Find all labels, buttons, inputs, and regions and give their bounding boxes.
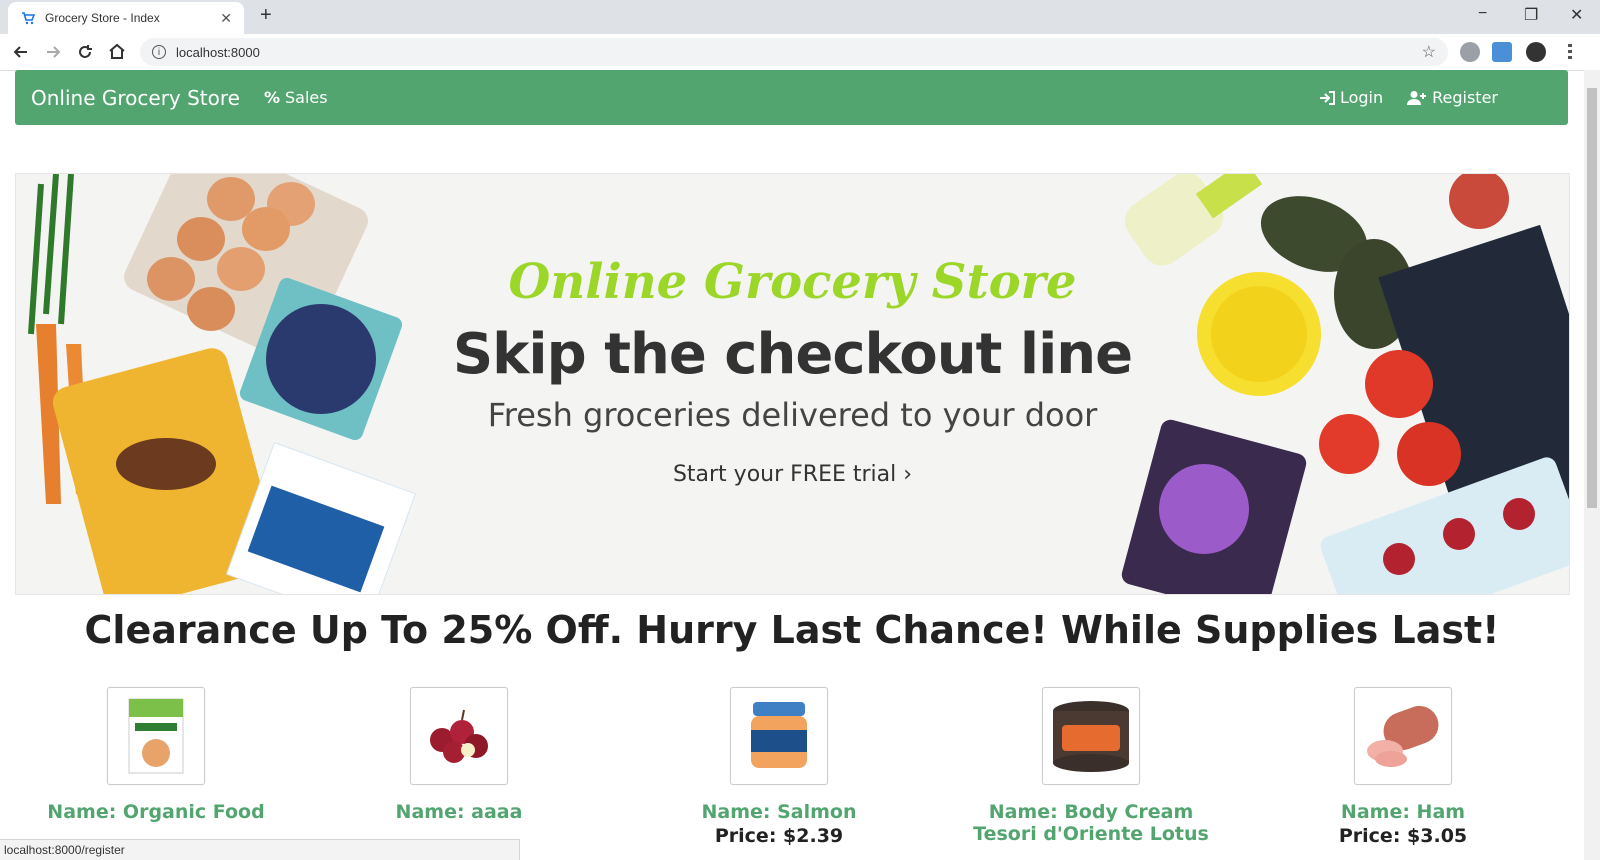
user-plus-icon xyxy=(1407,90,1427,105)
link-status-bar: localhost:8000/register xyxy=(0,839,520,860)
browser-tab-bar: Grocery Store - Index ✕ + − ❐ ✕ xyxy=(0,0,1600,34)
product-name[interactable]: Name: Organic Food xyxy=(26,801,286,823)
nav-login[interactable]: Login xyxy=(1319,88,1383,107)
tab-title: Grocery Store - Index xyxy=(45,11,160,25)
product-card[interactable]: Name: Salmon Price: $2.39 xyxy=(649,687,909,847)
nav-register[interactable]: Register xyxy=(1407,88,1498,107)
body-cream-jar-image xyxy=(1053,701,1129,772)
adblock-extension-icon[interactable] xyxy=(1460,42,1480,62)
product-thumbnail[interactable] xyxy=(1042,687,1140,785)
product-name[interactable]: Name: aaaa xyxy=(329,801,589,823)
info-icon[interactable]: i xyxy=(152,45,166,59)
product-thumbnail[interactable] xyxy=(1354,687,1452,785)
nav-register-label: Register xyxy=(1432,88,1498,107)
organic-food-box-image xyxy=(128,698,184,774)
product-name[interactable]: Name: Salmon xyxy=(649,801,909,823)
page-content: Online Grocery Store % Sales Login Regis… xyxy=(0,70,1584,860)
download-extension-icon[interactable] xyxy=(1492,42,1512,62)
product-thumbnail[interactable] xyxy=(730,687,828,785)
percent-icon: % xyxy=(263,88,280,107)
menu-kebab-icon[interactable] xyxy=(1568,44,1572,60)
address-bar[interactable]: i localhost:8000 ☆ xyxy=(140,38,1448,66)
site-brand[interactable]: Online Grocery Store xyxy=(31,86,240,110)
forward-arrow-icon[interactable] xyxy=(44,43,62,61)
product-name[interactable]: Name: Ham xyxy=(1273,801,1533,823)
browser-tab[interactable]: Grocery Store - Index ✕ xyxy=(8,2,244,34)
browser-toolbar: i localhost:8000 ☆ xyxy=(0,34,1600,71)
reload-icon[interactable] xyxy=(76,43,94,61)
cherries-image xyxy=(430,709,488,763)
nav-sales[interactable]: % Sales xyxy=(264,88,328,107)
scrollbar-thumb[interactable] xyxy=(1587,88,1597,508)
product-price: Price: $3.05 xyxy=(1338,825,1468,847)
sign-in-icon xyxy=(1319,90,1335,105)
banner-headline: Skip the checkout line xyxy=(452,322,1133,387)
product-thumbnail[interactable] xyxy=(107,687,205,785)
product-card[interactable]: Name: Organic Food xyxy=(26,687,286,825)
hero-banner[interactable]: Online Grocery Store Skip the checkout l… xyxy=(15,173,1570,595)
product-thumbnail[interactable] xyxy=(410,687,508,785)
url-text[interactable]: localhost:8000 xyxy=(176,45,1422,60)
product-card[interactable]: Name: Ham Price: $3.05 xyxy=(1273,687,1533,847)
tab-close-icon[interactable]: ✕ xyxy=(220,10,232,27)
site-navbar: Online Grocery Store % Sales Login Regis… xyxy=(15,70,1568,125)
banner-subheadline: Fresh groceries delivered to your door xyxy=(487,396,1098,434)
product-name[interactable]: Name: Body Cream Tesori d'Oriente Lotus xyxy=(961,801,1221,845)
product-price: Price: $2.39 xyxy=(714,825,844,847)
ham-image xyxy=(1367,705,1439,767)
bookmark-star-icon[interactable]: ☆ xyxy=(1422,42,1436,62)
profile-avatar-icon[interactable] xyxy=(1526,42,1546,62)
banner-script-title: Online Grocery Store xyxy=(508,254,1077,310)
clearance-heading: Clearance Up To 25% Off. Hurry Last Chan… xyxy=(84,608,1500,652)
nav-login-label: Login xyxy=(1339,88,1384,107)
minimize-button[interactable]: − xyxy=(1478,5,1487,23)
salmon-jar-image xyxy=(751,702,807,768)
back-arrow-icon[interactable] xyxy=(12,43,30,61)
product-card[interactable]: Name: aaaa xyxy=(329,687,589,825)
page-scrollbar[interactable] xyxy=(1584,70,1600,860)
close-window-button[interactable]: ✕ xyxy=(1570,5,1583,25)
new-tab-button[interactable]: + xyxy=(260,4,272,27)
home-icon[interactable] xyxy=(108,42,126,60)
nav-sales-label: Sales xyxy=(285,88,328,107)
free-trial-link[interactable]: Start your FREE trial › xyxy=(16,462,1569,487)
restore-button[interactable]: ❐ xyxy=(1524,5,1538,25)
cart-icon xyxy=(22,12,35,25)
product-card[interactable]: Name: Body Cream Tesori d'Oriente Lotus xyxy=(961,687,1221,847)
